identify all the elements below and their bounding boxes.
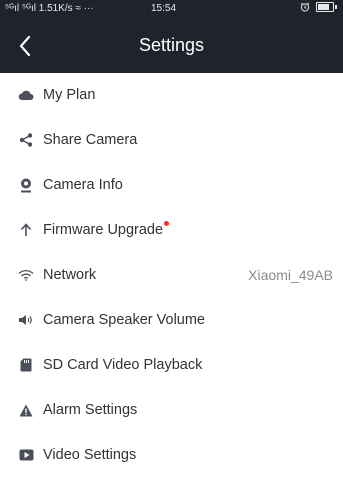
network-value: Xiaomi_49AB	[248, 267, 333, 283]
page-title: Settings	[138, 35, 205, 55]
share-icon	[18, 132, 34, 148]
camera-info-icon	[18, 177, 34, 193]
menu-item-camera-info[interactable]: Camera Info	[0, 163, 343, 208]
menu-label: Firmware Upgrade	[43, 221, 170, 238]
header-bar: Settings	[0, 18, 343, 73]
menu-label: My Plan	[43, 87, 96, 103]
menu-item-my-plan[interactable]: My Plan	[0, 73, 343, 118]
battery-tip	[335, 5, 337, 9]
menu-label: Share Camera	[43, 132, 138, 148]
video-icon	[18, 447, 34, 463]
status-icons	[300, 2, 337, 12]
menu-label: SD Card Video Playback	[43, 357, 203, 373]
settings-menu: My Plan Share Camera Camera Info Firmwar…	[0, 73, 343, 478]
menu-item-video-settings[interactable]: Video Settings	[0, 433, 343, 478]
warning-icon	[18, 402, 34, 418]
menu-label: Camera Speaker Volume	[43, 312, 205, 328]
menu-item-camera-speaker-volume[interactable]: Camera Speaker Volume	[0, 298, 343, 343]
menu-item-network[interactable]: Network Xiaomi_49AB	[0, 253, 343, 298]
sd-card-icon	[18, 357, 34, 373]
arrow-up-icon	[18, 222, 34, 238]
menu-item-alarm-settings[interactable]: Alarm Settings	[0, 388, 343, 433]
alarm-clock-icon	[300, 2, 310, 12]
battery-icon	[316, 2, 334, 12]
status-time: 15:54	[151, 3, 177, 14]
signal-network-status: ⁵ᴳıl ⁵ᴳıl 1.51K/s ≈ ···	[5, 3, 94, 14]
menu-label: Camera Info	[43, 177, 123, 193]
speaker-icon	[18, 312, 34, 328]
menu-label: Network	[43, 267, 97, 283]
update-badge	[164, 221, 170, 226]
menu-label: Alarm Settings	[43, 402, 138, 418]
menu-item-firmware-upgrade[interactable]: Firmware Upgrade	[0, 208, 343, 253]
cloud-icon	[18, 87, 34, 103]
status-bar: ⁵ᴳıl ⁵ᴳıl 1.51K/s ≈ ··· 15:54	[0, 0, 343, 18]
wifi-icon	[18, 267, 34, 283]
menu-item-share-camera[interactable]: Share Camera	[0, 118, 343, 163]
menu-label: Video Settings	[43, 447, 137, 463]
menu-item-sd-card-video-playback[interactable]: SD Card Video Playback	[0, 343, 343, 388]
